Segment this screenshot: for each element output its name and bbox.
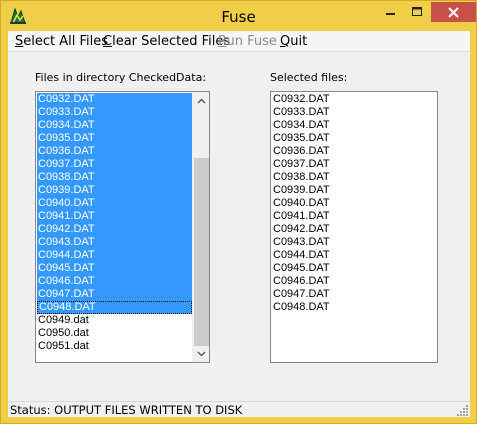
directory-file-item[interactable]: C0939.DAT	[37, 184, 192, 197]
selected-file-item[interactable]: C0933.DAT	[272, 106, 436, 119]
selected-file-item[interactable]: C0945.DAT	[272, 262, 436, 275]
chevron-up-icon	[197, 97, 206, 104]
menu-clear-selected-accel: C	[103, 34, 113, 49]
directory-file-item[interactable]: C0937.DAT	[37, 158, 192, 171]
menu-quit-label: uit	[290, 34, 308, 49]
minimize-button[interactable]	[378, 2, 404, 22]
close-icon	[448, 6, 459, 18]
directory-file-item[interactable]: C0948.DAT	[37, 301, 192, 314]
directory-file-list[interactable]: C0932.DAT C0933.DAT C0934.DAT C0935.DAT C093…	[35, 91, 210, 363]
directory-file-list-items: C0932.DAT C0933.DAT C0934.DAT C0935.DAT C093…	[37, 93, 192, 353]
directory-file-item[interactable]: C0933.DAT	[37, 106, 192, 119]
selected-file-item[interactable]: C0942.DAT	[272, 223, 436, 236]
directory-file-item[interactable]: C0940.DAT	[37, 197, 192, 210]
selected-file-item[interactable]: C0938.DAT	[272, 171, 436, 184]
fuse-window: Fuse Select All Files Clear Selected Fil…	[0, 0, 477, 424]
scroll-up-button[interactable]	[193, 92, 209, 109]
selected-file-item[interactable]: C0940.DAT	[272, 197, 436, 210]
directory-file-item[interactable]: C0938.DAT	[37, 171, 192, 184]
menu-quit[interactable]: Quit	[280, 34, 307, 49]
menu-run-fuse-label: un Fuse	[226, 34, 277, 49]
directory-file-item[interactable]: C0935.DAT	[37, 132, 192, 145]
files-directory-label: Files in directory CheckedData:	[35, 71, 207, 84]
selected-files-list[interactable]: C0932.DAT C0933.DAT C0934.DAT C0935.DAT C093…	[270, 91, 438, 363]
menu-quit-accel: Q	[280, 34, 291, 49]
selected-file-item[interactable]: C0948.DAT	[272, 301, 436, 314]
directory-file-item[interactable]: C0945.DAT	[37, 262, 192, 275]
selected-file-item[interactable]: C0944.DAT	[272, 249, 436, 262]
scroll-down-button[interactable]	[193, 345, 209, 362]
directory-file-item[interactable]: C0941.DAT	[37, 210, 192, 223]
directory-list-scrollbar[interactable]	[192, 92, 209, 362]
directory-file-item[interactable]: C0934.DAT	[37, 119, 192, 132]
selected-file-item[interactable]: C0947.DAT	[272, 288, 436, 301]
menu-bar: Select All Files Clear Selected Files Ru…	[8, 31, 470, 52]
close-button[interactable]	[431, 2, 476, 22]
directory-file-item[interactable]: C0946.DAT	[37, 275, 192, 288]
directory-file-item[interactable]: C0949.dat	[37, 314, 192, 327]
selected-file-item[interactable]: C0936.DAT	[272, 145, 436, 158]
directory-file-item[interactable]: C0951.dat	[37, 340, 192, 353]
menu-run-fuse[interactable]: Run Fuse	[218, 34, 277, 49]
selected-file-item[interactable]: C0935.DAT	[272, 132, 436, 145]
directory-file-item[interactable]: C0932.DAT	[37, 93, 192, 106]
selected-file-item[interactable]: C0941.DAT	[272, 210, 436, 223]
selected-files-list-items: C0932.DAT C0933.DAT C0934.DAT C0935.DAT C093…	[272, 93, 436, 314]
maximize-icon	[412, 7, 422, 16]
status-text: Status: OUTPUT FILES WRITTEN TO DISK	[10, 403, 243, 417]
directory-file-item[interactable]: C0944.DAT	[37, 249, 192, 262]
directory-file-item[interactable]: C0947.DAT	[37, 288, 192, 301]
scroll-thumb[interactable]	[194, 158, 209, 346]
menu-select-all-label: elect All Files	[23, 34, 109, 49]
selected-file-item[interactable]: C0946.DAT	[272, 275, 436, 288]
resize-grip-icon[interactable]	[457, 404, 469, 416]
directory-file-item[interactable]: C0943.DAT	[37, 236, 192, 249]
selected-file-item[interactable]: C0934.DAT	[272, 119, 436, 132]
maximize-button[interactable]	[404, 2, 430, 22]
menu-clear-selected-files[interactable]: Clear Selected Files	[103, 34, 230, 49]
directory-file-item[interactable]: C0936.DAT	[37, 145, 192, 158]
status-bar: Status: OUTPUT FILES WRITTEN TO DISK	[8, 401, 470, 417]
menu-clear-selected-label: lear Selected Files	[112, 34, 231, 49]
directory-file-item[interactable]: C0950.dat	[37, 327, 192, 340]
directory-file-item[interactable]: C0942.DAT	[37, 223, 192, 236]
chevron-down-icon	[197, 350, 206, 357]
selected-file-item[interactable]: C0939.DAT	[272, 184, 436, 197]
selected-file-item[interactable]: C0932.DAT	[272, 93, 436, 106]
selected-files-label: Selected files:	[270, 71, 348, 84]
menu-select-all-files[interactable]: Select All Files	[15, 34, 108, 49]
client-area: Select All Files Clear Selected Files Ru…	[8, 31, 470, 417]
selected-file-item[interactable]: C0937.DAT	[272, 158, 436, 171]
minimize-icon	[386, 13, 395, 15]
title-bar[interactable]: Fuse	[1, 1, 476, 31]
selected-file-item[interactable]: C0943.DAT	[272, 236, 436, 249]
